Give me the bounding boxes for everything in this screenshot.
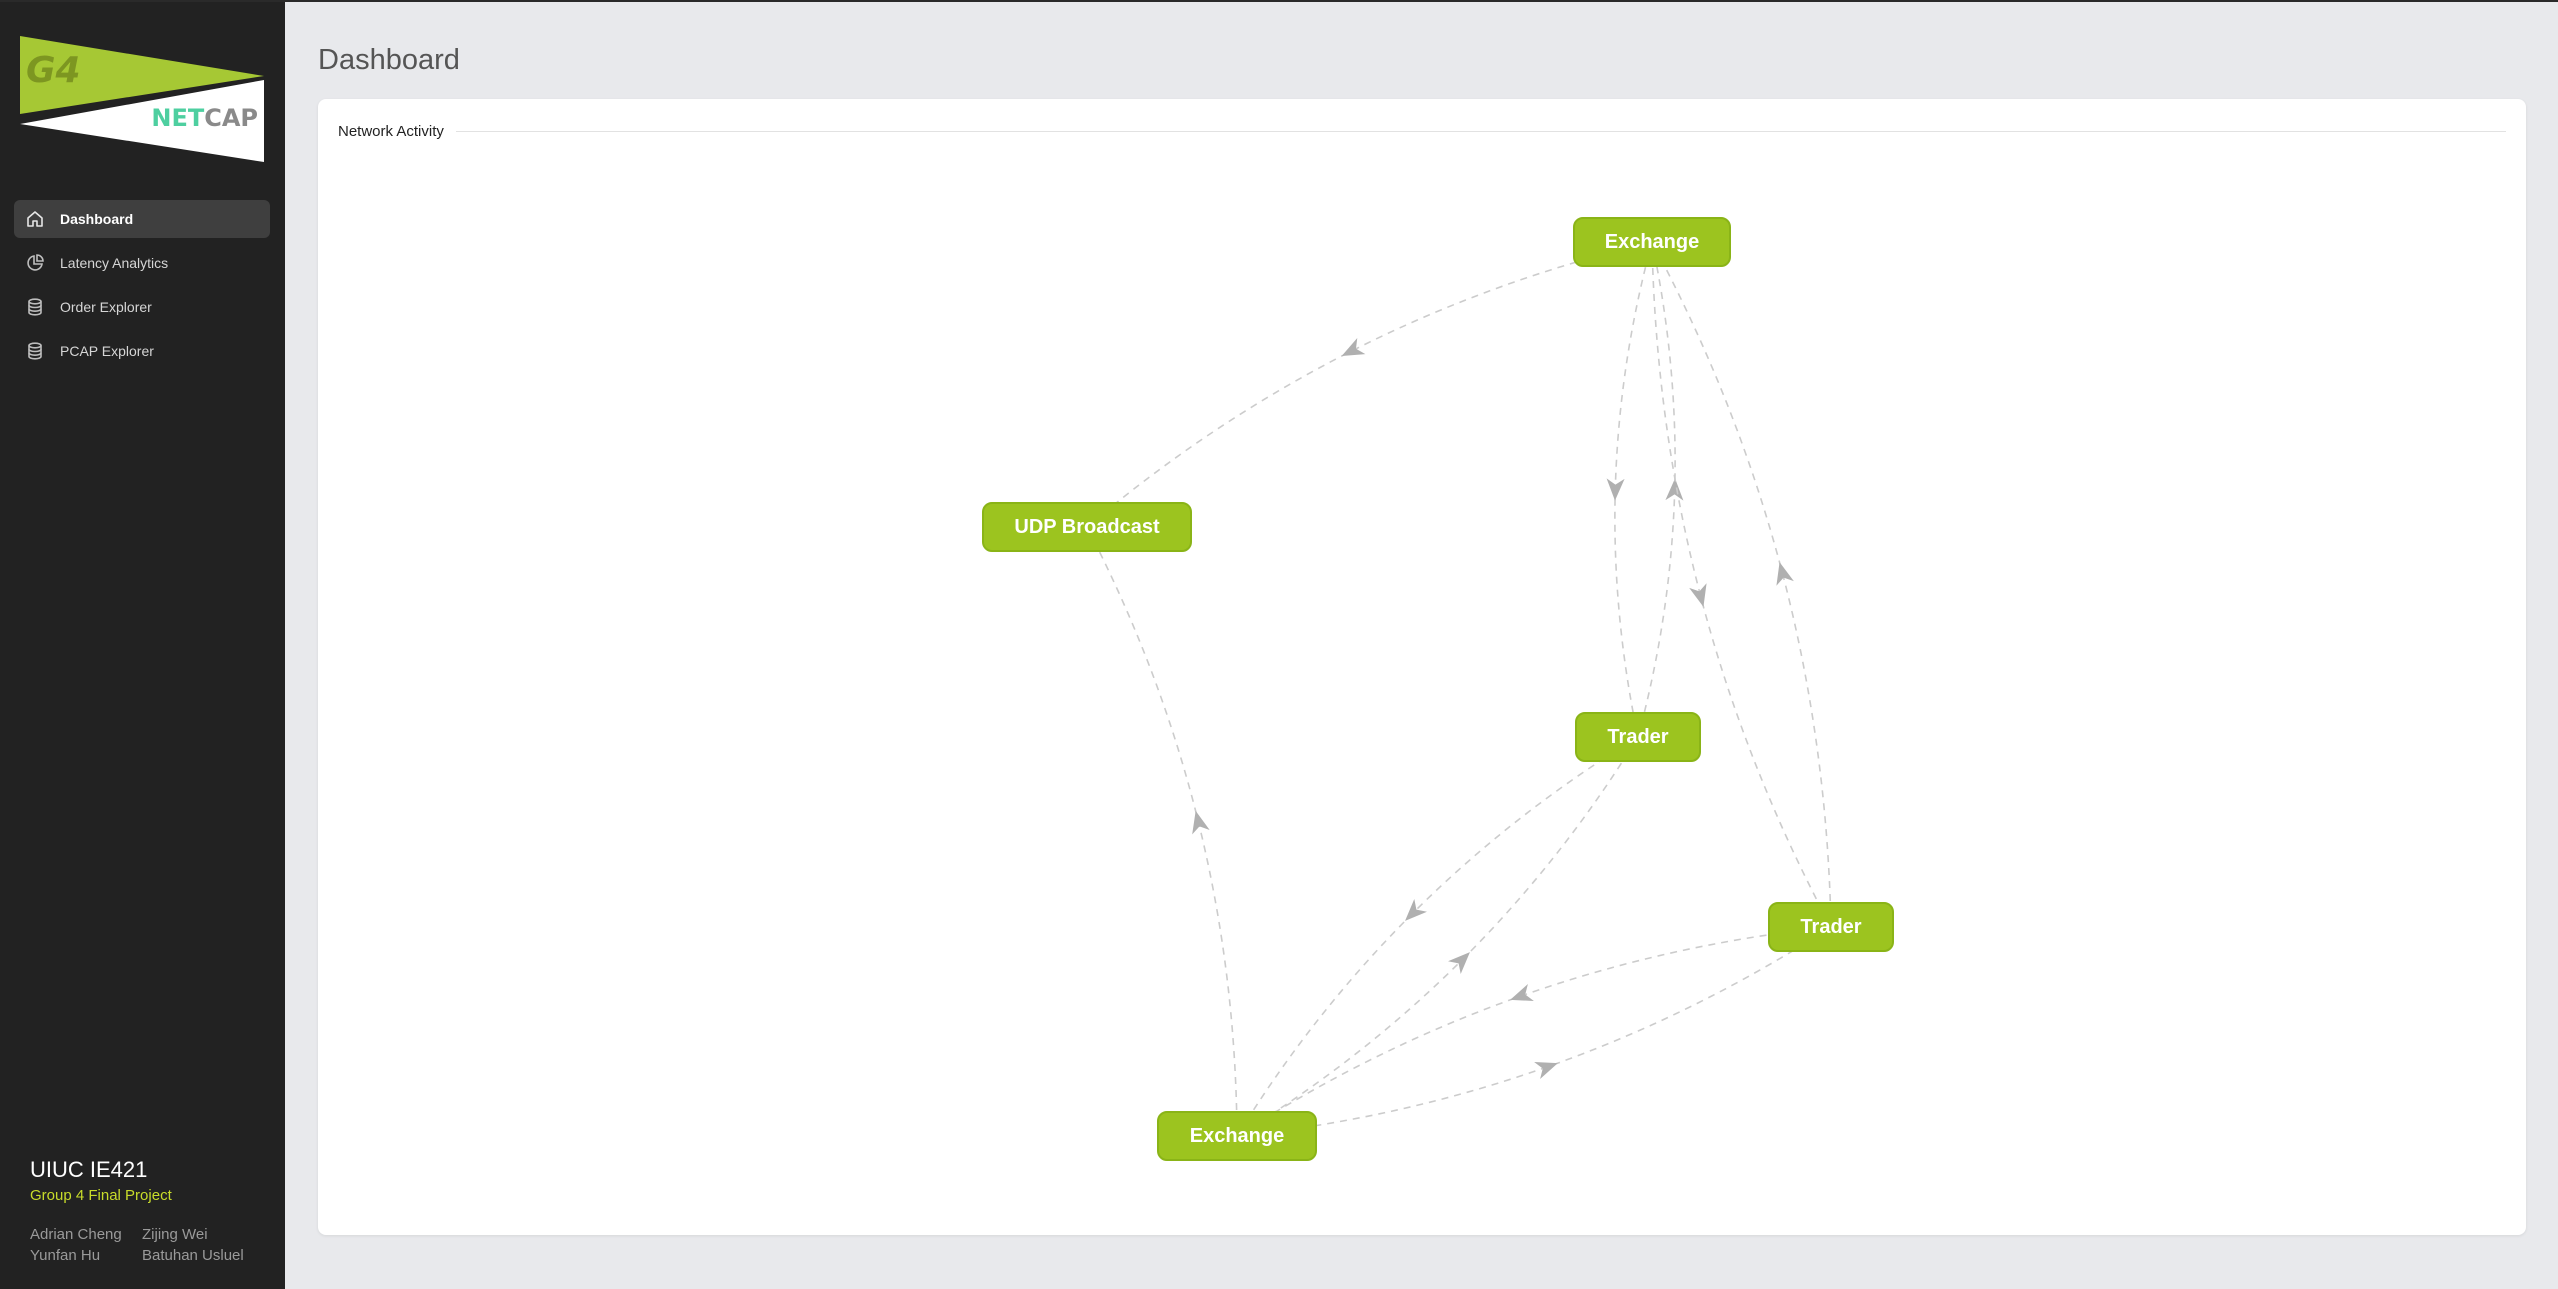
node-label: UDP Broadcast (1014, 515, 1160, 538)
panel-header: Network Activity (338, 121, 2506, 141)
edge-exchange-top-to-trader-middle (1614, 241, 1653, 738)
node-exchange-top[interactable]: Exchange (1573, 217, 1731, 267)
node-trader-middle[interactable]: Trader (1575, 712, 1701, 762)
edge-trader-right-to-exchange-bottom (1236, 926, 1832, 1137)
sidebar-item-label: Dashboard (60, 211, 134, 227)
sidebar-item-order-explorer[interactable]: Order Explorer (14, 288, 270, 326)
main-content: Dashboard Network Activity Exchange UDP … (285, 2, 2558, 1289)
panel-title: Network Activity (338, 122, 444, 140)
course-name: UIUC IE421 (30, 1157, 148, 1182)
database-icon (24, 296, 46, 318)
team-member: Zijing Wei (142, 1226, 208, 1243)
sidebar-item-dashboard[interactable]: Dashboard (14, 200, 270, 238)
edge-arrow-icon (1341, 338, 1366, 357)
node-label: Exchange (1604, 230, 1700, 253)
project-name: Group 4 Final Project (30, 1187, 172, 1204)
netcap-logo: G4 NETCAP (20, 36, 264, 162)
network-activity-panel: Network Activity Exchange UDP Broadcast … (318, 99, 2526, 1235)
pie-chart-icon (24, 252, 46, 274)
team-member: Yunfan Hu (30, 1247, 101, 1264)
edge-arrow-icon (1192, 810, 1210, 835)
edge-exchange-bottom-to-udp-broadcast (1086, 526, 1238, 1137)
edge-exchange-top-to-udp-broadcast (1086, 241, 1653, 528)
panel-divider (455, 130, 2506, 132)
node-udp-broadcast[interactable]: UDP Broadcast (982, 502, 1192, 552)
team-members: Adrian Cheng Zijing Wei Yunfan Hu Batuha… (30, 1226, 270, 1264)
sidebar-item-label: Order Explorer (60, 299, 152, 315)
page-title: Dashboard (318, 44, 460, 76)
edge-trader-middle-to-exchange-top (1637, 241, 1676, 738)
sidebar: G4 NETCAP Dashboard Latency Analytics Or… (0, 2, 285, 1289)
edge-arrow-icon (1534, 1061, 1558, 1079)
edge-arrow-icon (1510, 984, 1534, 1002)
sidebar-item-latency-analytics[interactable]: Latency Analytics (14, 244, 270, 282)
sidebar-footer: UIUC IE421 Group 4 Final Project Adrian … (30, 1157, 270, 1264)
logo-text-net: NET (151, 104, 204, 132)
node-label: Exchange (1189, 1124, 1285, 1147)
home-icon (24, 208, 46, 230)
logo-text-g4: G4 (26, 50, 81, 91)
logo-text-cap: CAP (204, 104, 258, 132)
edge-arrow-icon (1689, 583, 1707, 607)
node-label: Trader (1607, 725, 1669, 748)
sidebar-item-label: PCAP Explorer (60, 343, 154, 359)
edge-exchange-top-to-trader-right (1651, 241, 1832, 928)
svg-text:NETCAP: NETCAP (151, 104, 258, 132)
sidebar-nav: Dashboard Latency Analytics Order Explor… (14, 200, 270, 376)
edge-arrow-icon (1606, 478, 1625, 501)
node-trader-right[interactable]: Trader (1768, 902, 1894, 952)
edge-exchange-bottom-to-trader-middle (1236, 736, 1639, 1137)
edge-trader-right-to-exchange-top (1651, 241, 1832, 928)
sidebar-item-pcap-explorer[interactable]: PCAP Explorer (14, 332, 270, 370)
team-member: Adrian Cheng (30, 1226, 122, 1243)
sidebar-item-label: Latency Analytics (60, 255, 169, 271)
node-label: Trader (1800, 915, 1862, 938)
database-icon (24, 340, 46, 362)
team-member: Batuhan Usluel (142, 1247, 244, 1264)
node-exchange-bottom[interactable]: Exchange (1157, 1111, 1317, 1161)
edge-arrow-icon (1776, 562, 1794, 586)
edge-trader-middle-to-exchange-bottom (1236, 736, 1639, 1137)
edge-exchange-bottom-to-trader-right (1236, 926, 1832, 1137)
network-graph[interactable] (318, 99, 2526, 1235)
